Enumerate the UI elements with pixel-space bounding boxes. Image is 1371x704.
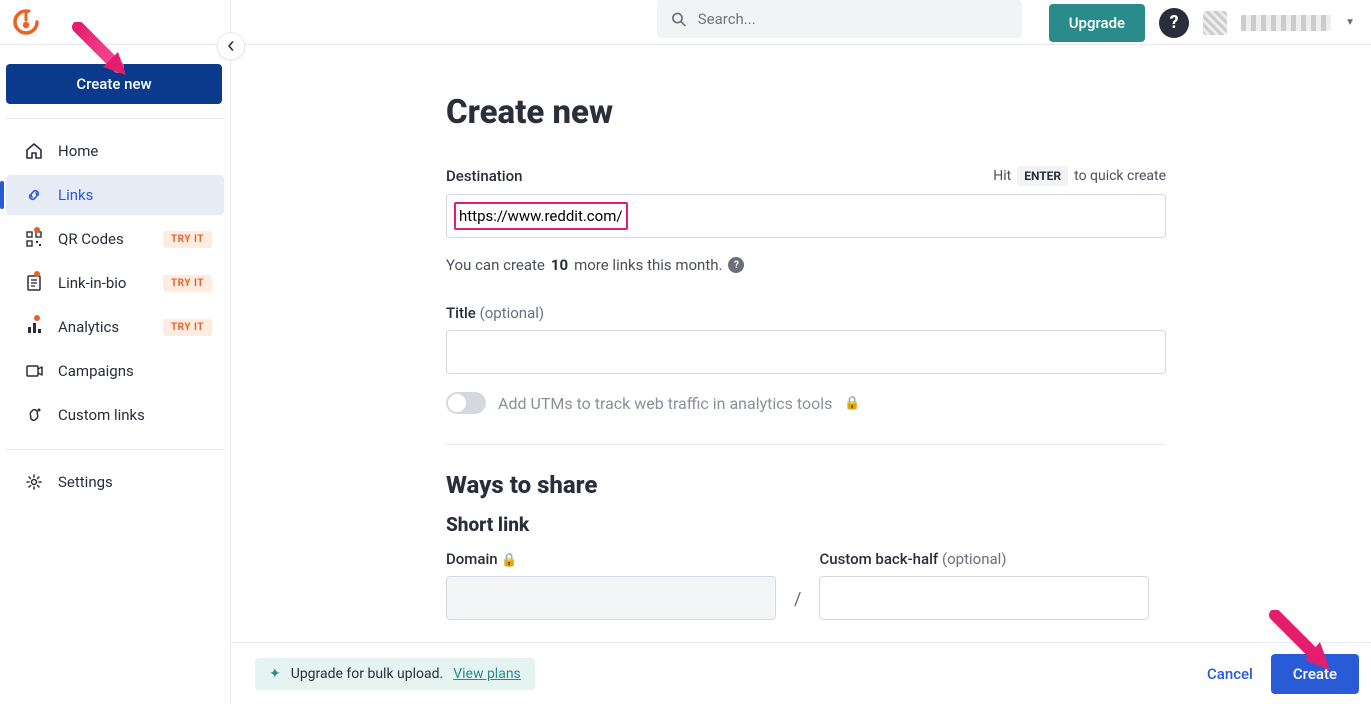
new-dot-icon [34,315,40,321]
slash-separator: / [794,589,801,620]
sidebar-item-campaigns[interactable]: Campaigns [6,351,224,391]
sidebar: Create new Home Links QR Codes TRY IT Li… [0,0,231,704]
bulk-text: Upgrade for bulk upload. [291,666,443,682]
avatar[interactable] [1203,11,1227,35]
sidebar-item-link-in-bio[interactable]: Link-in-bio TRY IT [6,263,224,303]
gear-icon [24,473,44,491]
utm-label: Add UTMs to track web traffic in analyti… [498,394,832,413]
home-icon [24,142,44,160]
footer-bar: ✦ Upgrade for bulk upload. View plans Ca… [231,642,1371,704]
try-it-badge: TRY IT [163,275,212,292]
backhalf-input[interactable] [819,576,1149,620]
upgrade-button[interactable]: Upgrade [1049,4,1145,42]
page-title: Create new [446,93,1166,132]
destination-label: Destination [446,167,522,185]
domain-input[interactable] [446,576,776,620]
sidebar-item-custom-links[interactable]: Custom links [6,395,224,435]
section-divider [446,444,1166,445]
view-plans-link[interactable]: View plans [453,666,521,682]
quick-create-hint: Hit ENTER to quick create [993,166,1166,186]
sidebar-item-label: Links [58,186,212,204]
new-dot-icon [34,227,40,233]
link-quota-text: You can create 10 more links this month.… [446,256,1166,274]
bulk-upload-banner: ✦ Upgrade for bulk upload. View plans [255,658,535,690]
qr-icon [24,230,44,248]
utm-toggle[interactable] [446,392,486,414]
sidebar-item-analytics[interactable]: Analytics TRY IT [6,307,224,347]
sidebar-item-label: Campaigns [58,362,212,380]
ways-to-share-heading: Ways to share [446,471,1166,499]
title-input[interactable] [446,330,1166,374]
domain-label: Domain 🔒 [446,550,776,568]
sidebar-item-label: Settings [58,473,212,491]
short-link-heading: Short link [446,513,1166,536]
cancel-button[interactable]: Cancel [1207,665,1253,683]
sidebar-collapse-button[interactable] [217,32,245,60]
search-input[interactable] [698,10,1008,28]
sidebar-item-label: Custom links [58,406,212,424]
sidebar-item-label: Home [58,142,212,160]
sidebar-item-label: Link-in-bio [58,274,149,292]
utm-row: Add UTMs to track web traffic in analyti… [446,392,1166,414]
search-box[interactable] [657,0,1022,38]
search-icon [671,11,686,27]
lock-icon: 🔒 [501,553,517,568]
create-button[interactable]: Create [1271,654,1359,694]
link-icon [24,186,44,204]
sidebar-item-label: Analytics [58,318,149,336]
custom-link-icon [24,406,44,424]
sidebar-item-links[interactable]: Links [6,175,224,215]
try-it-badge: TRY IT [163,231,212,248]
sidebar-divider [6,449,224,450]
title-label: Title (optional) [446,304,544,322]
sidebar-item-qr-codes[interactable]: QR Codes TRY IT [6,219,224,259]
destination-input[interactable] [446,194,1166,238]
create-new-button[interactable]: Create new [6,64,222,104]
main-content: Create new Destination Hit ENTER to quic… [231,45,1371,642]
username [1241,15,1331,31]
help-icon[interactable]: ? [1159,8,1189,38]
lock-icon: 🔒 [844,396,860,411]
sidebar-item-label: QR Codes [58,230,149,248]
backhalf-label: Custom back-half (optional) [819,550,1149,568]
sparkle-icon: ✦ [269,666,281,682]
chevron-left-icon [226,41,236,51]
user-menu-caret[interactable]: ▼ [1345,17,1355,28]
info-icon[interactable]: ? [728,257,744,273]
sidebar-divider [6,118,224,119]
sidebar-item-settings[interactable]: Settings [6,462,224,502]
enter-key-badge: ENTER [1017,166,1068,186]
page-icon [24,274,44,292]
analytics-icon [24,318,44,336]
new-dot-icon [34,271,40,277]
campaigns-icon [24,362,44,380]
try-it-badge: TRY IT [163,319,212,336]
sidebar-item-home[interactable]: Home [6,131,224,171]
